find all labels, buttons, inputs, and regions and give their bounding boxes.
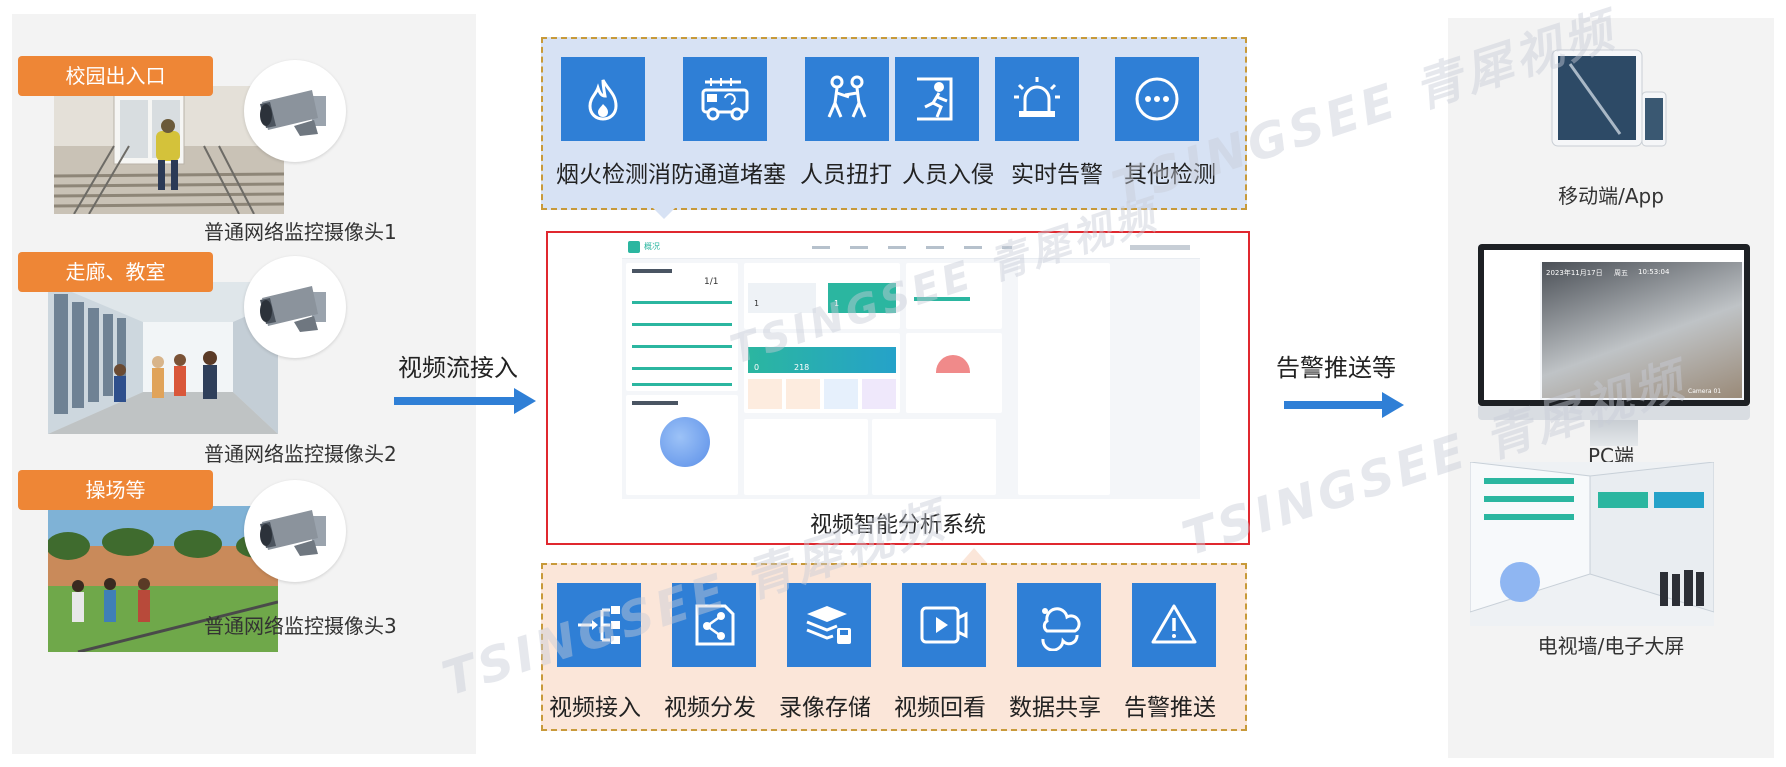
capability-playback <box>902 583 986 667</box>
detection-label: 消防通道堵塞 <box>648 162 786 188</box>
detection-label: 人员扭打 <box>800 162 892 188</box>
source-caption: 普通网络监控摄像头1 <box>204 220 397 244</box>
detection-label: 实时告警 <box>1011 162 1103 188</box>
mobile-devices-image <box>1550 44 1670 154</box>
playback-icon <box>902 583 986 667</box>
dashboard-user-menu <box>1130 245 1190 250</box>
dashboard-card <box>744 419 868 495</box>
pc-monitor-image: 2023年11月17日 周五 10:53:04 Camera 01 <box>1478 244 1750 454</box>
detection-label: 人员入侵 <box>902 162 994 188</box>
source-caption: 普通网络监控摄像头3 <box>204 614 397 638</box>
capability-label: 录像存储 <box>779 695 871 721</box>
detection-item-alarm <box>995 57 1079 141</box>
dashboard-card <box>906 263 1002 329</box>
capability-data-sharing <box>1017 583 1101 667</box>
dashboard-value: 1 <box>754 299 760 308</box>
flame-icon <box>561 57 645 141</box>
dashboard-value: 218 <box>794 363 810 372</box>
video-wall-image <box>1470 462 1714 626</box>
video-input-icon <box>557 583 641 667</box>
camera-icon <box>244 60 346 162</box>
detection-label: 其他检测 <box>1124 162 1216 188</box>
dashboard-card <box>1018 263 1110 495</box>
capability-label: 数据共享 <box>1009 695 1101 721</box>
capability-video-distribution <box>672 583 756 667</box>
source-tag: 走廊、教室 <box>18 252 213 292</box>
dashboard-card: 1/1 <box>626 263 738 391</box>
dashboard-card <box>906 333 1002 413</box>
source-caption: 普通网络监控摄像头2 <box>204 442 397 466</box>
system-title: 视频智能分析系统 <box>809 513 986 538</box>
dashboard-nav-title: 概况 <box>644 242 660 251</box>
capability-label: 视频接入 <box>549 695 641 721</box>
pc-screen-weekday: 周五 <box>1614 269 1628 277</box>
detection-item-fighting <box>805 57 889 141</box>
platform-capabilities-panel: 视频接入 视频分发 录像存储 视频回看 数据共享 告警推送 <box>541 563 1247 731</box>
capability-label: 视频回看 <box>894 695 986 721</box>
dashboard-value: 0 <box>754 363 760 372</box>
capability-video-input <box>557 583 641 667</box>
cloud-share-icon <box>1017 583 1101 667</box>
detection-item-fire-lane <box>683 57 767 141</box>
detection-item-other <box>1115 57 1199 141</box>
dashboard-topbar: 概况 <box>622 237 1200 259</box>
storage-icon <box>787 583 871 667</box>
capability-label: 视频分发 <box>664 695 756 721</box>
camera-icon <box>244 480 346 582</box>
detection-label: 烟火检测 <box>556 162 648 188</box>
video-analysis-system: 概况 1/1 1 1 0 218 视频智能分析系统 <box>546 231 1250 545</box>
output-arrow-label: 告警推送等 <box>1276 354 1396 382</box>
output-arrow <box>1284 392 1404 418</box>
warning-icon <box>1132 583 1216 667</box>
source-tag: 校园出入口 <box>18 56 213 96</box>
camera-icon <box>244 256 346 358</box>
dashboard-card: 1 1 <box>744 263 900 329</box>
capability-label: 告警推送 <box>1124 695 1216 721</box>
dashboard-card: 0 218 <box>744 333 900 413</box>
dashboard-card <box>872 419 996 495</box>
callout-pointer <box>960 548 988 564</box>
more-icon <box>1115 57 1199 141</box>
source-tag: 操场等 <box>18 470 213 510</box>
fire-truck-icon <box>683 57 767 141</box>
detection-item-intrusion <box>895 57 979 141</box>
detection-features-panel: 烟火检测 消防通道堵塞 人员扭打 人员入侵 实时告警 其他检测 <box>541 37 1247 210</box>
dashboard-nav-items <box>812 246 1012 249</box>
pc-screen-date: 2023年11月17日 <box>1546 269 1603 277</box>
output-caption: 移动端/App <box>1558 184 1664 208</box>
dashboard-preview: 概况 1/1 1 1 0 218 <box>622 237 1200 499</box>
fighting-people-icon <box>805 57 889 141</box>
dashboard-value: 1 <box>834 299 840 308</box>
intrusion-icon <box>895 57 979 141</box>
dashboard-card <box>626 395 738 495</box>
alarm-light-icon <box>995 57 1079 141</box>
camera-source-3: 操场等 普通网络监控摄像头3 <box>12 470 476 710</box>
share-icon <box>672 583 756 667</box>
dashboard-logo-icon <box>628 241 640 253</box>
input-arrow-label: 视频流接入 <box>398 354 518 382</box>
pc-screen-time: 10:53:04 <box>1638 268 1670 276</box>
callout-pointer <box>650 205 678 219</box>
dashboard-stat-value: 1/1 <box>704 277 719 287</box>
output-terminals-panel: 移动端/App 2023年11月17日 周五 10:53:04 Camera 0… <box>1448 18 1774 758</box>
dashboard-pie-chart <box>660 417 710 467</box>
pc-screen-camera: Camera 01 <box>1688 388 1722 395</box>
capability-recording-storage <box>787 583 871 667</box>
capability-alarm-push <box>1132 583 1216 667</box>
input-arrow <box>394 388 536 414</box>
output-caption: 电视墙/电子大屏 <box>1537 634 1685 658</box>
camera-sources-panel: 校园出入口 普通网络监控摄像头1 走廊、教室 普通网络监控摄像头2 操场等 普通… <box>12 14 476 754</box>
detection-item-smoke-fire <box>561 57 645 141</box>
